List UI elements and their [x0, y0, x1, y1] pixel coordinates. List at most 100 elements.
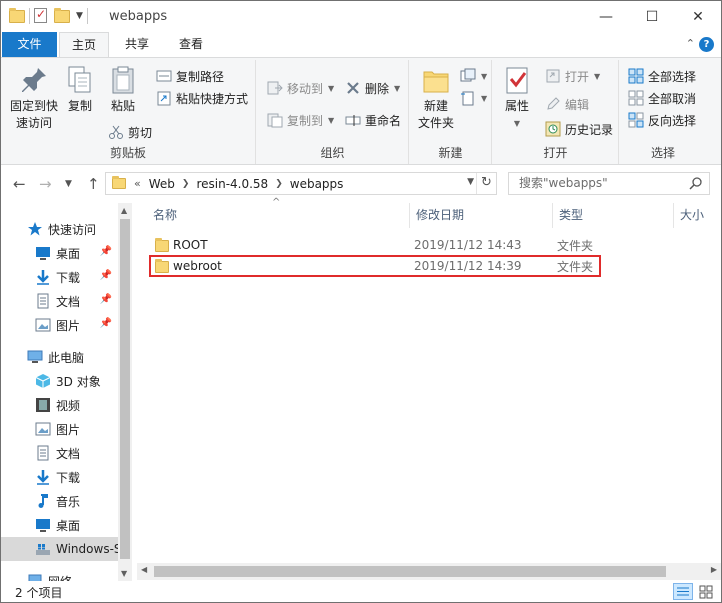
breadcrumb-resin[interactable]: resin-4.0.58	[192, 177, 272, 191]
rename-button[interactable]: 重命名	[345, 110, 401, 130]
breadcrumb-webapps[interactable]: webapps	[286, 177, 348, 191]
copy-button[interactable]: 复制	[63, 64, 97, 115]
scroll-right-icon[interactable]: ▶	[711, 565, 717, 574]
close-button[interactable]: ✕	[675, 1, 721, 32]
pin-icon[interactable]: 📌	[100, 318, 112, 329]
new-folder-icon[interactable]	[54, 8, 70, 24]
column-header-name[interactable]: 名称	[147, 203, 410, 228]
nav-vertical-scrollbar[interactable]: ▲ ▼	[118, 203, 132, 581]
select-none-button[interactable]: 全部取消	[628, 88, 696, 108]
address-dropdown-icon[interactable]: ▼	[467, 177, 474, 187]
nav-pc-videos[interactable]: 视频	[1, 393, 118, 417]
address-row: ← → ▼ ↑ « Web ❯ resin-4.0.58 ❯ webapps ▼…	[1, 165, 721, 203]
nav-pc-3d-objects[interactable]: 3D 对象	[1, 369, 118, 393]
back-arrow-icon[interactable]: ←	[13, 175, 26, 193]
clipboard-group-label: 剪贴板	[109, 146, 146, 160]
search-placeholder: 搜索"webapps"	[519, 176, 608, 190]
details-view-icon[interactable]	[673, 583, 693, 600]
help-icon[interactable]: ?	[699, 37, 714, 52]
network-icon	[27, 573, 43, 581]
history-label: 历史记录	[565, 122, 614, 137]
nav-pc-pictures[interactable]: 图片	[1, 417, 118, 441]
open-label: 打开	[565, 69, 590, 84]
forward-arrow-icon[interactable]: →	[39, 175, 52, 193]
open-button[interactable]: 打开 ▼	[545, 66, 600, 86]
new-item-button[interactable]: ▼	[460, 66, 487, 86]
copy-to-button[interactable]: 复制到 ▼	[267, 110, 334, 130]
recent-locations-icon[interactable]: ▼	[65, 179, 72, 189]
cut-button[interactable]: 剪切	[108, 122, 152, 142]
dropdown-icon: ▼	[328, 115, 335, 125]
nav-this-pc[interactable]: 此电脑	[1, 345, 118, 369]
select-all-button[interactable]: 全部选择	[628, 66, 696, 86]
invert-selection-button[interactable]: 反向选择	[628, 110, 696, 130]
nav-label: 下载	[56, 270, 81, 285]
paste-shortcut-icon	[156, 90, 172, 106]
breadcrumb-web[interactable]: Web	[145, 177, 179, 191]
collapse-ribbon-icon[interactable]: ⌃	[686, 37, 695, 50]
search-input[interactable]: 搜索"webapps"	[508, 172, 710, 195]
scroll-thumb[interactable]	[154, 566, 666, 577]
nav-qa-pictures[interactable]: 图片 📌	[1, 313, 118, 337]
scroll-left-icon[interactable]: ◀	[141, 565, 147, 574]
pin-icon[interactable]: 📌	[100, 294, 112, 305]
column-header-date[interactable]: 修改日期	[410, 203, 553, 228]
nav-qa-desktop[interactable]: 桌面 📌	[1, 241, 118, 265]
computer-icon	[27, 349, 43, 365]
large-icons-view-icon[interactable]	[696, 583, 716, 600]
pin-icon[interactable]: 📌	[100, 246, 112, 257]
copy-path-button[interactable]: 复制路径	[156, 66, 224, 86]
nav-network[interactable]: 网络	[1, 569, 118, 581]
column-header-size[interactable]: 大小	[674, 203, 721, 228]
tab-view[interactable]: 查看	[165, 32, 217, 57]
delete-button[interactable]: 删除 ▼	[345, 78, 400, 98]
file-horizontal-scrollbar[interactable]: ◀ ▶	[137, 563, 721, 580]
address-bar[interactable]: « Web ❯ resin-4.0.58 ❯ webapps ▼ ↻	[105, 172, 497, 195]
nav-pc-music[interactable]: 音乐	[1, 489, 118, 513]
download-icon	[35, 469, 51, 485]
breadcrumb-overflow[interactable]: «	[126, 177, 145, 190]
file-row-root[interactable]: ROOT 2019/11/12 14:43 文件夹	[149, 234, 601, 256]
tab-file[interactable]: 文件	[2, 32, 57, 57]
scroll-thumb[interactable]	[120, 219, 130, 559]
nav-qa-downloads[interactable]: 下载 📌	[1, 265, 118, 289]
new-folder-label-1: 新建	[423, 99, 448, 113]
copy-label: 复制	[67, 99, 92, 113]
breadcrumb-chevron-icon[interactable]: ❯	[272, 179, 286, 189]
minimize-button[interactable]: —	[583, 1, 629, 32]
nav-qa-documents[interactable]: 文档 📌	[1, 289, 118, 313]
properties-button[interactable]: 属性 ▼	[499, 64, 535, 132]
new-folder-button[interactable]: 新建 文件夹	[414, 64, 458, 132]
maximize-button[interactable]: ☐	[629, 1, 675, 32]
tab-home[interactable]: 主页	[59, 32, 109, 58]
nav-pc-windows-ssd[interactable]: Windows-SSD	[1, 537, 118, 561]
move-to-button[interactable]: 移动到 ▼	[267, 78, 334, 98]
scroll-down-icon[interactable]: ▼	[121, 569, 127, 578]
open-group: 属性 ▼ 打开 ▼ 编辑 历史记录 打开	[493, 60, 619, 164]
breadcrumb-chevron-icon[interactable]: ❯	[179, 179, 193, 189]
nav-pc-desktop[interactable]: 桌面	[1, 513, 118, 537]
file-row-webroot[interactable]: webroot 2019/11/12 14:39 文件夹	[149, 255, 601, 277]
paste-shortcut-button[interactable]: 粘贴快捷方式	[156, 88, 248, 108]
customize-toolbar-icon[interactable]: ▼	[76, 11, 83, 21]
select-none-label: 全部取消	[648, 91, 697, 106]
tab-share[interactable]: 共享	[111, 32, 163, 57]
up-arrow-icon[interactable]: ↑	[87, 175, 100, 193]
edit-button[interactable]: 编辑	[545, 94, 589, 114]
paste-button[interactable]: 粘贴	[101, 64, 145, 115]
column-header-type[interactable]: 类型	[553, 203, 674, 228]
dropdown-icon: ▼	[513, 119, 521, 128]
star-icon	[27, 221, 43, 237]
new-folder-label-2: 文件夹	[417, 116, 454, 130]
history-button[interactable]: 历史记录	[545, 119, 613, 139]
nav-pc-documents[interactable]: 文档	[1, 441, 118, 465]
quick-access-toolbar: ▼	[9, 7, 88, 24]
nav-pc-downloads[interactable]: 下载	[1, 465, 118, 489]
nav-quick-access[interactable]: 快速访问	[1, 217, 118, 241]
refresh-icon[interactable]: ↻	[476, 173, 496, 194]
pin-quick-access-button[interactable]: 固定到快 速访问	[5, 64, 63, 132]
properties-icon[interactable]	[34, 7, 50, 24]
pin-icon[interactable]: 📌	[100, 270, 112, 281]
scroll-up-icon[interactable]: ▲	[121, 206, 127, 215]
easy-access-button[interactable]: ▼	[460, 88, 487, 108]
